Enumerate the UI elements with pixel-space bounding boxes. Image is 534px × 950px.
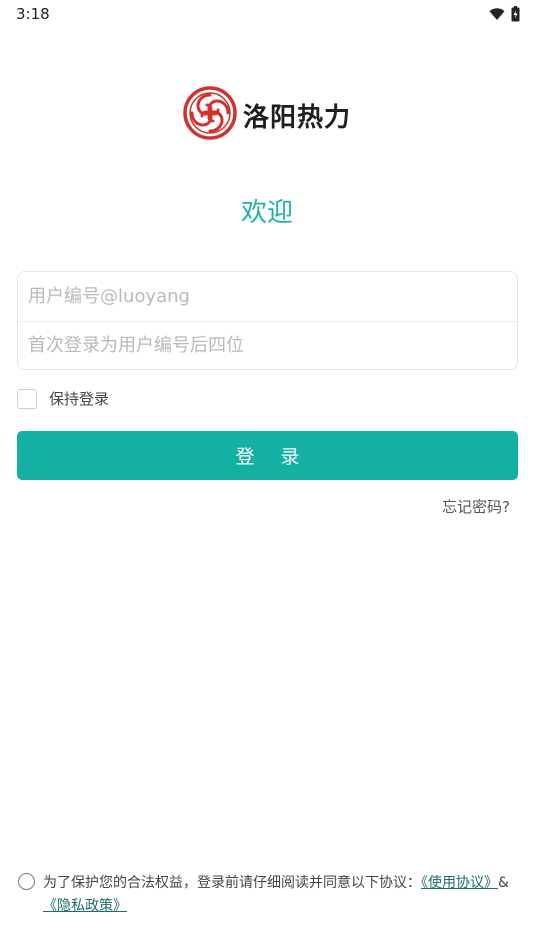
battery-charging-icon (511, 6, 520, 22)
agreement-text: 为了保护您的合法权益，登录前请仔细阅读并同意以下协议：《使用协议》& 《隐私政策》 (43, 872, 518, 918)
agreement-prefix: 为了保护您的合法权益，登录前请仔细阅读并同意以下协议： (43, 875, 421, 891)
password-row (18, 321, 517, 369)
forgot-password-link[interactable]: 忘记密码? (442, 496, 510, 517)
password-input[interactable] (28, 322, 517, 369)
keep-login-checkbox[interactable] (17, 388, 37, 409)
brand-logo: 洛阳热力 (0, 86, 534, 144)
terms-link[interactable]: 《使用协议》 (421, 875, 498, 891)
status-icons (489, 6, 520, 22)
username-row (18, 272, 517, 321)
login-button[interactable]: 登 录 (17, 431, 518, 480)
login-input-card (17, 271, 518, 370)
privacy-link[interactable]: 《隐私政策》 (43, 898, 127, 914)
login-screen: 3:18 洛阳热力 欢迎 用户编号@luoyang 保持登录 登 录 忘记密码?… (0, 0, 534, 950)
welcome-heading: 欢迎 (240, 198, 293, 228)
keep-login-label: 保持登录 (49, 390, 110, 408)
agreement-separator: & (498, 875, 509, 891)
status-time: 3:18 (16, 5, 50, 23)
keep-login-option[interactable]: 保持登录 (17, 388, 109, 409)
username-input[interactable] (28, 272, 517, 321)
brand-name: 洛阳热力 (242, 102, 351, 133)
status-bar: 3:18 (0, 0, 534, 28)
agreement-radio[interactable] (18, 873, 35, 890)
agreement-section: 为了保护您的合法权益，登录前请仔细阅读并同意以下协议：《使用协议》& 《隐私政策》 (18, 872, 518, 918)
luoyang-heat-emblem-icon (183, 86, 237, 144)
wifi-icon (489, 7, 505, 21)
